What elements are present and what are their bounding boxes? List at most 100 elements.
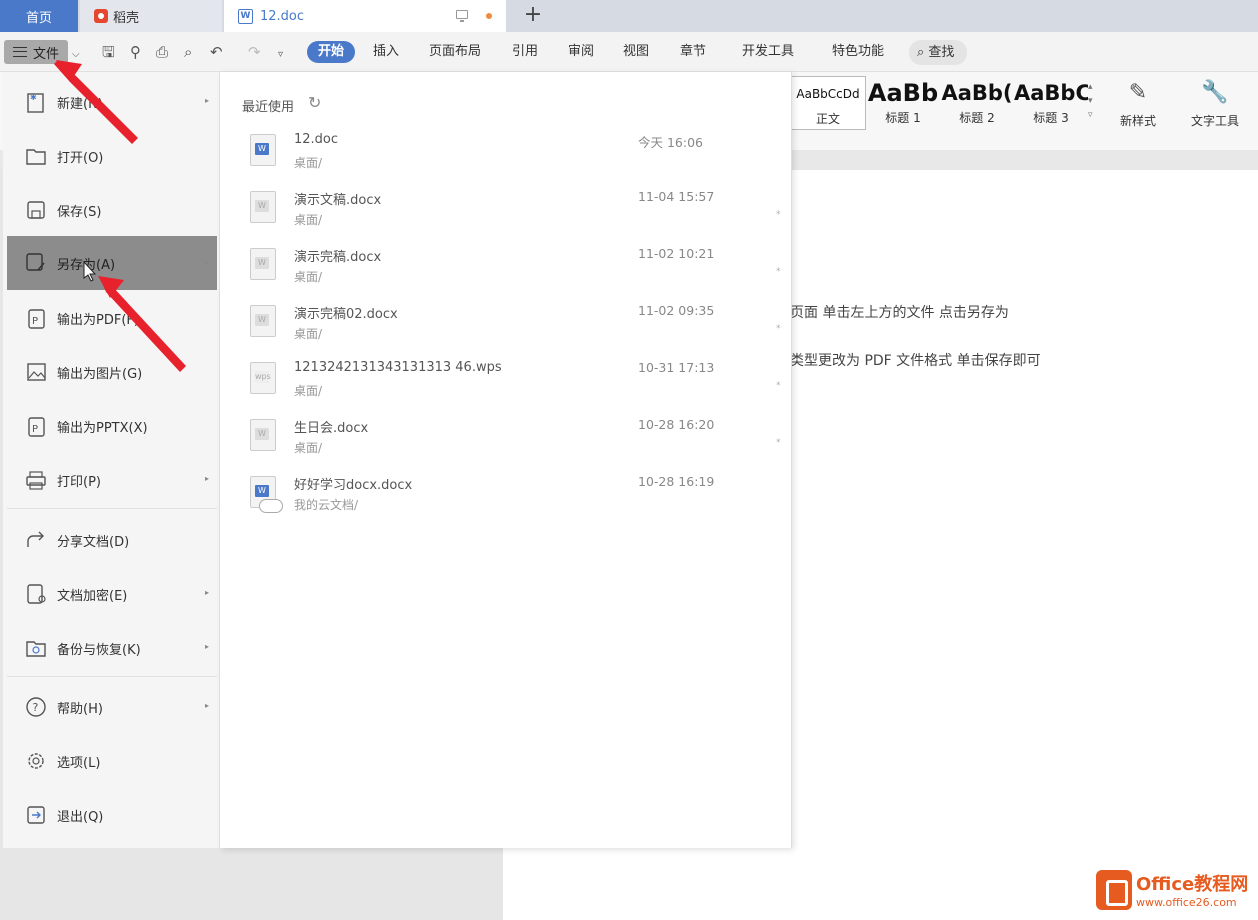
svg-text:P: P (32, 316, 38, 327)
tab-page-layout[interactable]: 页面布局 (429, 43, 481, 61)
menu-item-export-pdf[interactable]: P 输出为PDF(F) (7, 298, 217, 338)
svg-text:✱: ✱ (30, 93, 37, 102)
tab-review[interactable]: 审阅 (568, 43, 594, 61)
file-time: 11-04 15:57 (638, 189, 715, 204)
file-path: 桌面/ (294, 213, 323, 227)
tab-developer[interactable]: 开发工具 (742, 43, 794, 61)
tab-references[interactable]: 引用 (512, 43, 538, 61)
refresh-icon[interactable]: ↻ (308, 93, 321, 112)
menu-item-help[interactable]: ? 帮助(H) ▸ (7, 687, 217, 727)
recent-title: 最近使用 (242, 100, 295, 115)
tab-insert[interactable]: 插入 (373, 43, 399, 61)
hamburger-icon (13, 47, 27, 57)
menu-item-share[interactable]: 分享文档(D) (7, 520, 217, 560)
export-pdf-icon: P (25, 307, 47, 329)
style-heading-3[interactable]: AaBbC( 标题 3 (1014, 76, 1088, 130)
recent-file-row[interactable]: W 演示完稿.docx 桌面/ 11-02 10:21 ⁎ (242, 242, 782, 292)
menu-item-backup[interactable]: 备份与恢复(K) ▸ (7, 628, 217, 668)
new-tab-button[interactable]: + (520, 2, 546, 30)
new-style-label: 新样式 (1119, 114, 1156, 128)
undo-icon[interactable]: ↶ (210, 43, 223, 61)
file-path: 桌面/ (294, 156, 323, 170)
tab-daoke[interactable]: 稻壳 (80, 0, 222, 32)
style-label: 标题 2 (959, 111, 995, 125)
menu-item-label: 输出为图片(G) (57, 366, 143, 382)
tab-home[interactable]: 首页 (0, 0, 78, 32)
customize-icon[interactable]: ▿ (278, 46, 283, 64)
menu-item-save-as[interactable]: 另存为(A) ▸ (7, 236, 217, 290)
style-gallery: AaBbCcDd 正文 AaBb 标题 1 AaBb( 标题 2 AaBbC( … (790, 76, 1100, 130)
export-pptx-icon: P (25, 415, 47, 437)
menu-item-label: 输出为PDF(F) (57, 312, 139, 328)
submenu-arrow-icon: ▸ (204, 588, 209, 597)
tab-section[interactable]: 章节 (680, 43, 706, 61)
tab-document[interactable]: W 12.doc (224, 0, 506, 32)
tab-start[interactable]: 开始 (307, 41, 355, 63)
style-label: 标题 3 (1033, 111, 1069, 125)
file-name: 1213242131343131313 46.wps (294, 360, 502, 375)
pin-icon[interactable]: ⁎ (776, 264, 781, 274)
tab-view[interactable]: 视图 (623, 43, 649, 61)
recent-file-row[interactable]: W 好好学习docx.docx 我的云文档/ 10-28 16:19 (242, 470, 782, 520)
print-icon[interactable]: ⎙ (156, 43, 168, 61)
gallery-scroll-icon[interactable]: ▴ ▾ ▿ (1088, 80, 1093, 122)
export-image-icon (25, 361, 47, 383)
style-heading-2[interactable]: AaBb( 标题 2 (940, 76, 1014, 130)
new-doc-icon: ✱ (25, 91, 47, 113)
watermark-brand: Office教程网 (1136, 874, 1249, 895)
file-menu-label: 文件 (33, 46, 60, 62)
pin-icon[interactable]: ⁎ (776, 435, 781, 445)
share-icon (25, 529, 47, 551)
submenu-arrow-icon: ▸ (204, 642, 209, 651)
pin-icon[interactable]: ⁎ (776, 321, 781, 331)
text-tools-button[interactable]: 🔧 文字工具 (1182, 78, 1248, 129)
file-name: 演示完稿.docx (294, 250, 382, 265)
save-as-icon (25, 252, 47, 274)
menu-item-export-pptx[interactable]: P 输出为PPTX(X) (7, 406, 217, 446)
recent-file-row[interactable]: wps 1213242131343131313 46.wps 桌面/ 10-31… (242, 356, 782, 406)
recent-file-row[interactable]: W 演示文稿.docx 桌面/ 11-04 15:57 ⁎ (242, 185, 782, 235)
menu-item-options[interactable]: 选项(L) (7, 741, 217, 781)
pin-icon[interactable]: ⁎ (776, 207, 781, 217)
word-file-icon: W (250, 305, 276, 337)
file-time: 11-02 10:21 (638, 246, 715, 261)
word-file-icon: W (250, 248, 276, 280)
file-name: 演示文稿.docx (294, 193, 382, 208)
menu-item-print[interactable]: 打印(P) ▸ (7, 460, 217, 500)
monitor-icon[interactable] (456, 10, 468, 22)
word-file-icon: W (250, 191, 276, 223)
menu-item-save[interactable]: 保存(S) (7, 190, 217, 230)
wps-file-icon: wps (250, 362, 276, 394)
style-normal[interactable]: AaBbCcDd 正文 (790, 76, 866, 130)
tab-special-features[interactable]: 特色功能 (832, 43, 884, 61)
menu-item-open[interactable]: 打开(O) (7, 136, 217, 176)
recent-file-row[interactable]: W 生日会.docx 桌面/ 10-28 16:20 ⁎ (242, 413, 782, 463)
new-style-icon: ✎ (1128, 80, 1148, 105)
menu-item-label: 文档加密(E) (57, 588, 128, 604)
file-menu-button[interactable]: 文件 (4, 40, 68, 64)
recent-file-row[interactable]: W 演示完稿02.docx 桌面/ 11-02 09:35 ⁎ (242, 299, 782, 349)
menu-item-label: 打印(P) (57, 474, 101, 490)
pin-icon[interactable]: ⁎ (776, 378, 781, 388)
print-preview-icon[interactable]: ⌕ (184, 43, 192, 61)
watermark: Office教程网 www.office26.com (1096, 866, 1252, 916)
save-icon[interactable]: 🖫 (102, 43, 115, 61)
recent-file-row[interactable]: W 12.doc 桌面/ 今天 16:06 (242, 128, 782, 178)
document-text-line: 类型更改为 PDF 文件格式 单击保存即可 (790, 353, 1041, 369)
file-name: 生日会.docx (294, 421, 369, 436)
new-style-button[interactable]: ✎ 新样式 (1110, 78, 1166, 129)
file-name: 12.doc (294, 132, 339, 147)
find-button[interactable]: ⌕ 查找 (909, 40, 967, 65)
document-text-line: 页面 单击左上方的文件 点击另存为 (790, 305, 1009, 321)
chevron-down-icon[interactable]: ⌵ (72, 46, 80, 64)
menu-item-encrypt[interactable]: 文档加密(E) ▸ (7, 574, 217, 614)
format-painter-icon[interactable]: ⚲ (130, 43, 141, 61)
menu-item-exit[interactable]: 退出(Q) (7, 795, 217, 835)
redo-icon[interactable]: ↷ (248, 43, 261, 61)
menu-item-new[interactable]: ✱ 新建(N) ▸ (7, 82, 217, 122)
tab-document-label: 12.doc (260, 8, 305, 24)
menu-item-export-image[interactable]: 输出为图片(G) (7, 352, 217, 392)
menu-item-label: 打开(O) (57, 150, 104, 166)
style-heading-1[interactable]: AaBb 标题 1 (866, 76, 940, 130)
menu-item-label: 新建(N) (57, 96, 103, 112)
